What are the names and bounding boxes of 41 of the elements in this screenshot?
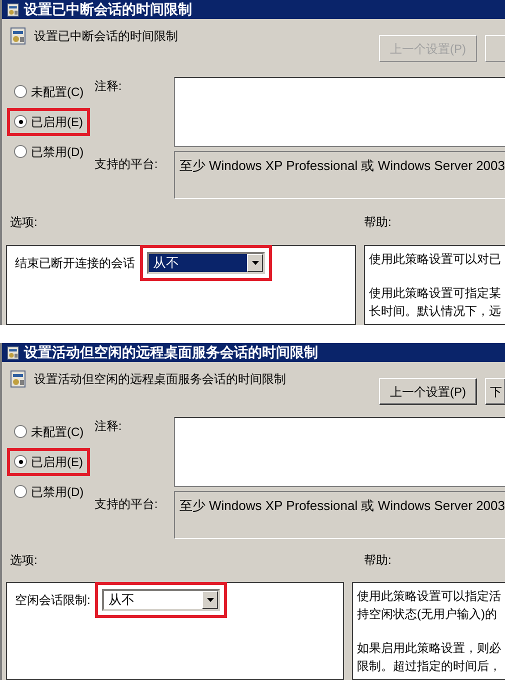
window-icon	[6, 346, 20, 360]
comment-field[interactable]	[174, 416, 505, 487]
policy-heading: 设置活动但空闲的远程桌面服务会话的时间限制	[34, 371, 286, 388]
radio-option[interactable]: 已禁用(D)	[10, 480, 88, 503]
previous-setting-button[interactable]: 上一个设置(P)	[379, 378, 477, 405]
help-text: 使用此策略设置可指定某	[369, 285, 501, 302]
help-label: 帮助:	[364, 214, 392, 231]
comment-field[interactable]	[174, 76, 505, 147]
dropdown[interactable]: 从不	[102, 589, 220, 611]
policy-icon	[10, 370, 26, 388]
radio-option[interactable]: 未配置(C)	[10, 80, 88, 103]
platform-field: 至少 Windows XP Professional 或 Windows Server 2003	[174, 490, 505, 539]
help-text: 长时间。默认情况下，远	[369, 303, 501, 320]
help-text: 如果启用此策略设置，则必	[357, 640, 501, 657]
radio-option[interactable]: 已启用(E)	[10, 110, 87, 133]
dropdown[interactable]: 从不	[147, 252, 265, 274]
options-label: 选项:	[10, 553, 38, 568]
help-label: 帮助:	[364, 552, 392, 570]
dropdown-arrow-icon	[252, 261, 258, 265]
window-icon	[6, 2, 20, 16]
help-text: 使用此策略设置可以对已	[369, 251, 501, 268]
radio-option[interactable]: 未配置(C)	[10, 420, 88, 443]
help-text: 限制。超过指定的时间后，	[357, 658, 501, 675]
policy-heading: 设置已中断会话的时间限制	[34, 28, 178, 45]
window-title: 设置已中断会话的时间限制	[24, 0, 192, 19]
platform-label: 支持的平台:	[94, 156, 158, 171]
platform-label: 支持的平台:	[94, 496, 158, 511]
platform-field: 至少 Windows XP Professional 或 Windows Server 2003	[174, 150, 505, 199]
window-title: 设置活动但空闲的远程桌面服务会话的时间限制	[24, 343, 318, 362]
help-text: 持空闲状态(无用户输入)的	[357, 606, 498, 623]
dropdown-arrow-icon	[206, 598, 214, 602]
radio-option[interactable]: 已禁用(D)	[10, 140, 88, 163]
next-setting-button[interactable]: 下	[485, 378, 505, 405]
options-label: 选项:	[10, 214, 38, 229]
help-text: 使用此策略设置可以指定活	[357, 588, 501, 605]
comment-label: 注释:	[94, 418, 122, 433]
radio-option[interactable]: 已启用(E)	[10, 450, 87, 473]
policy-icon	[10, 27, 26, 45]
option-label: 空闲会话限制:	[15, 592, 90, 609]
option-label: 结束已断开连接的会话	[15, 255, 135, 272]
comment-label: 注释:	[94, 78, 122, 93]
